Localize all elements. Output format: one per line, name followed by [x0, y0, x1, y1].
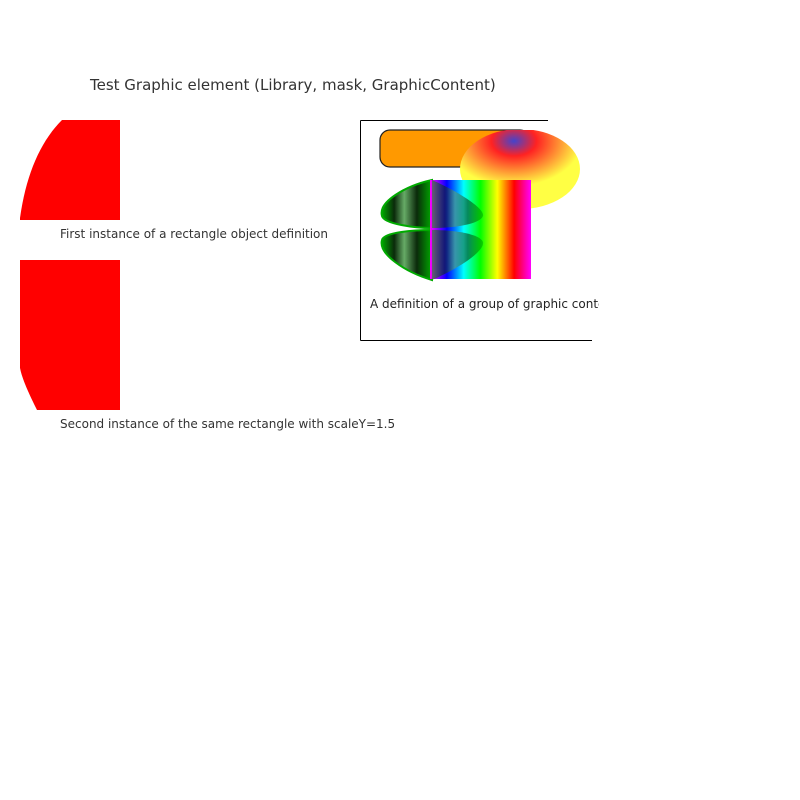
instance-2-caption: Second instance of the same rectangle wi… — [60, 417, 396, 431]
canvas: Test Graphic element (Library, mask, Gra… — [0, 0, 800, 800]
green-leaf-shape-top — [380, 178, 433, 230]
rectangle-instance-2 — [20, 260, 120, 410]
rectangle-shape-2 — [20, 260, 120, 410]
graphic-content-group: A definition of a group of graphic conte… — [360, 120, 600, 342]
rectangle-instance-1 — [20, 120, 120, 220]
group-caption: A definition of a group of graphic conte… — [370, 297, 599, 311]
page-title: Test Graphic element (Library, mask, Gra… — [90, 76, 496, 94]
instance-1-caption: First instance of a rectangle object def… — [60, 227, 329, 241]
rectangle-shape-1 — [20, 120, 120, 220]
green-leaf-shape-bottom — [380, 228, 433, 282]
